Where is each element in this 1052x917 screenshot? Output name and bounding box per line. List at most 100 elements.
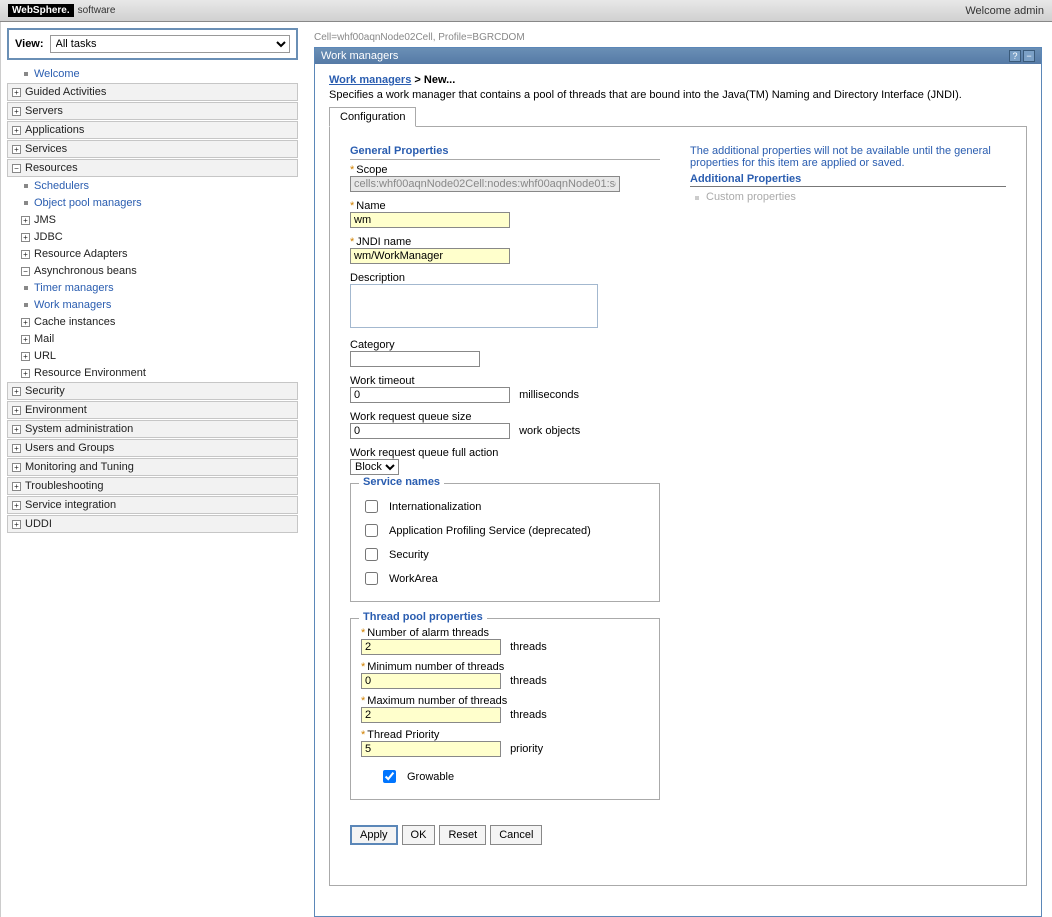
breadcrumb: Work managers > New...: [329, 74, 1027, 86]
main-content: Cell=whf00aqnNode02Cell, Profile=BGRCDOM…: [304, 22, 1052, 917]
nav-jms[interactable]: +JMS: [7, 212, 298, 228]
nav-opm[interactable]: Object pool managers: [7, 195, 298, 211]
cancel-button[interactable]: Cancel: [490, 825, 542, 845]
full-action-label: Work request queue full action: [350, 447, 498, 459]
nav-async[interactable]: −Asynchronous beans: [7, 263, 298, 279]
min-input[interactable]: [361, 673, 501, 689]
tab-content: General Properties *Scope *Name *JNDI na…: [329, 126, 1027, 886]
name-input[interactable]: [350, 212, 510, 228]
nav-link-welcome[interactable]: Welcome: [34, 68, 80, 80]
plus-icon: +: [12, 463, 21, 472]
panel-title-text: Work managers: [321, 50, 398, 62]
minimize-icon[interactable]: −: [1023, 50, 1035, 62]
workarea-checkbox[interactable]: [365, 572, 378, 585]
scope-input: [350, 176, 620, 192]
min-label: Minimum number of threads: [367, 661, 504, 673]
app-profiling-label: Application Profiling Service (deprecate…: [389, 525, 591, 537]
breadcrumb-current: New...: [424, 74, 455, 86]
nav-uddi[interactable]: +UDDI: [7, 515, 298, 533]
nav-security[interactable]: +Security: [7, 382, 298, 400]
plus-icon: +: [12, 126, 21, 135]
nav-guided[interactable]: +Guided Activities: [7, 83, 298, 101]
nav-users[interactable]: +Users and Groups: [7, 439, 298, 457]
nav-schedulers[interactable]: Schedulers: [7, 178, 298, 194]
apply-button[interactable]: Apply: [350, 825, 398, 845]
nav-trouble[interactable]: +Troubleshooting: [7, 477, 298, 495]
nav-sysadmin[interactable]: +System administration: [7, 420, 298, 438]
breadcrumb-sep: >: [414, 74, 420, 86]
bullet-icon: [24, 303, 28, 307]
scope-label: Scope: [356, 164, 387, 176]
plus-icon: +: [21, 250, 30, 259]
threads-unit: threads: [510, 641, 547, 653]
jndi-input[interactable]: [350, 248, 510, 264]
welcome-text: Welcome admin: [965, 5, 1044, 17]
growable-checkbox[interactable]: [383, 770, 396, 783]
help-icon[interactable]: ?: [1009, 50, 1021, 62]
ms-unit: milliseconds: [519, 389, 579, 401]
nav-welcome[interactable]: Welcome: [7, 66, 298, 82]
nav-renv[interactable]: +Resource Environment: [7, 365, 298, 381]
nav-ra[interactable]: +Resource Adapters: [7, 246, 298, 262]
nav-mail[interactable]: +Mail: [7, 331, 298, 347]
nav-work[interactable]: Work managers: [7, 297, 298, 313]
plus-icon: +: [21, 233, 30, 242]
nav-applications[interactable]: +Applications: [7, 121, 298, 139]
nav-service-int[interactable]: +Service integration: [7, 496, 298, 514]
plus-icon: +: [21, 369, 30, 378]
prio-input[interactable]: [361, 741, 501, 757]
plus-icon: +: [12, 406, 21, 415]
required-icon: *: [361, 695, 365, 707]
tab-configuration[interactable]: Configuration: [329, 107, 416, 127]
queue-input[interactable]: [350, 423, 510, 439]
panel-title-bar: Work managers ? −: [315, 48, 1041, 64]
nav-cache[interactable]: +Cache instances: [7, 314, 298, 330]
timeout-input[interactable]: [350, 387, 510, 403]
plus-icon: +: [12, 107, 21, 116]
security-label: Security: [389, 549, 429, 561]
bullet-icon: [24, 72, 28, 76]
thread-pool-fieldset: Thread pool properties *Number of alarm …: [350, 618, 660, 800]
general-properties-title: General Properties: [350, 145, 660, 160]
nav-services[interactable]: +Services: [7, 140, 298, 158]
description-textarea[interactable]: [350, 284, 598, 328]
full-action-select[interactable]: Block: [350, 459, 399, 475]
plus-icon: +: [12, 482, 21, 491]
breadcrumb-link[interactable]: Work managers: [329, 74, 411, 86]
plus-icon: +: [21, 352, 30, 361]
alarm-input[interactable]: [361, 639, 501, 655]
view-select[interactable]: All tasks: [50, 35, 290, 53]
nav-monitor[interactable]: +Monitoring and Tuning: [7, 458, 298, 476]
prio-label: Thread Priority: [367, 729, 439, 741]
logo: WebSphere. software: [8, 4, 115, 17]
minus-icon: −: [12, 164, 21, 173]
growable-label: Growable: [407, 771, 454, 783]
threads-unit: threads: [510, 675, 547, 687]
reset-button[interactable]: Reset: [439, 825, 486, 845]
logo-sub: software: [78, 5, 116, 16]
max-input[interactable]: [361, 707, 501, 723]
plus-icon: +: [12, 425, 21, 434]
plus-icon: +: [12, 88, 21, 97]
nav-servers[interactable]: +Servers: [7, 102, 298, 120]
i18n-checkbox[interactable]: [365, 500, 378, 513]
nav-environment[interactable]: +Environment: [7, 401, 298, 419]
max-label: Maximum number of threads: [367, 695, 507, 707]
category-input[interactable]: [350, 351, 480, 367]
minus-icon: −: [21, 267, 30, 276]
nav-jdbc[interactable]: +JDBC: [7, 229, 298, 245]
general-column: General Properties *Scope *Name *JNDI na…: [350, 145, 660, 845]
view-label: View:: [15, 38, 44, 50]
app-profiling-checkbox[interactable]: [365, 524, 378, 537]
service-names-legend: Service names: [359, 476, 444, 488]
thread-pool-legend: Thread pool properties: [359, 611, 487, 623]
nav-url[interactable]: +URL: [7, 348, 298, 364]
security-checkbox[interactable]: [365, 548, 378, 561]
timeout-label: Work timeout: [350, 375, 415, 387]
plus-icon: +: [12, 387, 21, 396]
nav-resources[interactable]: −Resources: [7, 159, 298, 177]
nav-timer[interactable]: Timer managers: [7, 280, 298, 296]
required-icon: *: [361, 661, 365, 673]
bullet-icon: [24, 286, 28, 290]
ok-button[interactable]: OK: [402, 825, 436, 845]
